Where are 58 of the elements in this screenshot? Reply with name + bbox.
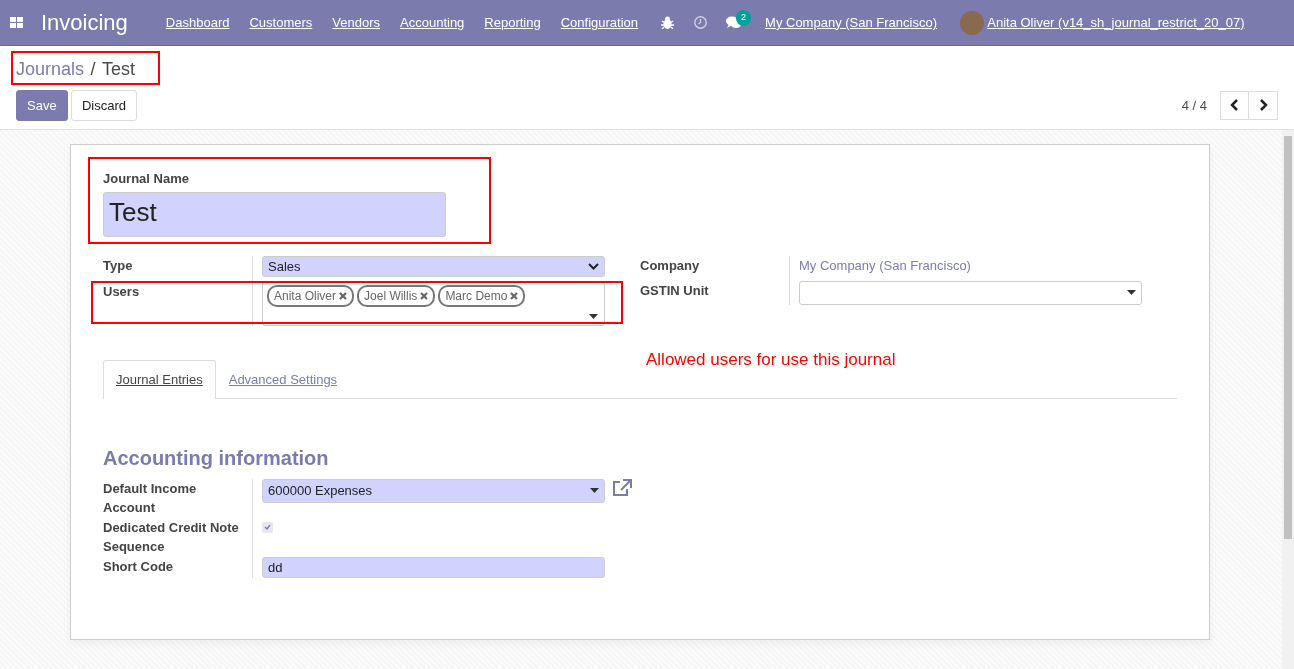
menu-item[interactable]: Customers [239, 12, 323, 33]
name-input-field[interactable]: Test [103, 191, 446, 237]
menu-item[interactable]: Reporting [474, 12, 551, 33]
type-select[interactable]: Sales [262, 256, 605, 278]
menu-item[interactable]: Vendors [322, 12, 390, 33]
app-title: Invoicing [41, 9, 128, 37]
field-label: Dedicated Credit Note Sequence [103, 519, 239, 555]
user-menu[interactable]: Anita Oliver (v14_sh_journal_restrict_20_07) [987, 12, 1255, 33]
remove-icon[interactable] [510, 292, 519, 301]
field-label: Users [103, 284, 140, 300]
chevron-down-icon [588, 263, 599, 271]
field-label: GSTIN Unit [640, 282, 709, 298]
caret-icon [589, 314, 598, 320]
scrollbar[interactable] [1282, 130, 1294, 669]
breadcrumb-current: Test [102, 58, 136, 81]
chevron-right-icon [1258, 99, 1268, 112]
menu-item[interactable]: Accounting [390, 12, 475, 33]
external-link-icon[interactable] [611, 478, 632, 497]
field-label: Type [103, 258, 133, 274]
save-button[interactable]: Save [16, 89, 68, 121]
checkmark-icon [264, 524, 271, 531]
tab[interactable]: Journal Entries [103, 360, 216, 399]
discard-button[interactable]: Discard [70, 89, 137, 121]
apps-menu-icon[interactable] [10, 17, 23, 28]
chevron-left-icon [1230, 99, 1239, 112]
menu-item[interactable]: Dashboard [155, 12, 240, 33]
short-code-field[interactable]: dd [262, 556, 605, 578]
select-value: Sales [268, 258, 301, 276]
field-label: Short Code [103, 558, 174, 574]
remove-icon[interactable] [420, 292, 429, 301]
user-tag: Anita Oliver [267, 285, 355, 308]
select-field[interactable]: 600000 Expenses [262, 478, 605, 503]
field-label: Default Income Account [103, 480, 197, 516]
tags-input-field[interactable]: Anita Oliver Joel Willis Marc Demo [262, 282, 605, 327]
clock-icon[interactable] [693, 16, 707, 29]
tab[interactable]: Advanced Settings [215, 360, 351, 399]
checkbox[interactable] [262, 521, 273, 533]
user-tag: Joel Willis [357, 285, 436, 308]
breadcrumb-link[interactable]: Journals [16, 56, 85, 83]
caret-icon [590, 488, 599, 494]
select-field[interactable] [799, 280, 1142, 305]
notification-badge: 2 [736, 10, 752, 26]
annotation-text: Allowed users for use this journal [646, 349, 896, 371]
field-label: Company [640, 258, 700, 274]
previous-button[interactable] [1220, 90, 1249, 120]
field-label: Journal Name [103, 170, 190, 188]
company-link[interactable]: My Company (San Francisco) [799, 258, 971, 274]
select-value: 600000 Expenses [268, 482, 373, 500]
pager-counter: 4 / 4 [1181, 96, 1207, 115]
user-tag: Marc Demo [438, 285, 526, 308]
company-switcher[interactable]: My Company (San Francisco) [755, 12, 947, 33]
remove-icon[interactable] [339, 292, 348, 301]
section-title: Accounting information [103, 445, 330, 471]
caret-icon [1127, 290, 1136, 296]
bug-icon[interactable] [661, 16, 675, 29]
next-button[interactable] [1249, 90, 1278, 120]
menu-item[interactable]: Configuration [550, 12, 649, 33]
breadcrumb-separator: / [90, 58, 96, 81]
